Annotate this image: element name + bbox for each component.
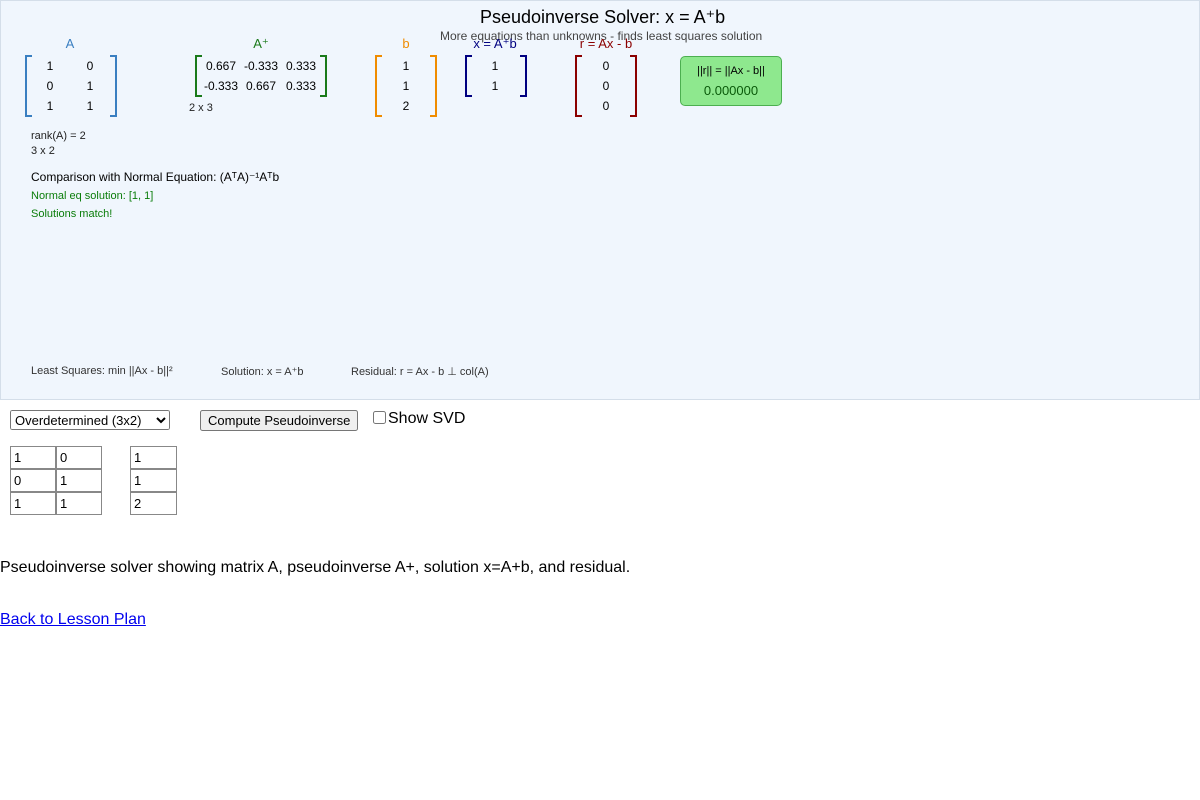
footer-residual: Residual: r = Ax - b ⊥ col(A): [351, 366, 489, 378]
input-b-cell[interactable]: [130, 492, 177, 515]
vector-x-left-bracket: [465, 55, 472, 97]
vector-b-left-bracket: [375, 55, 382, 117]
preset-select[interactable]: Overdetermined (3x2): [10, 410, 170, 430]
vector-r-left-bracket: [575, 55, 582, 117]
vector-b-label: b: [402, 36, 410, 51]
vector-r-cell: 0: [602, 99, 610, 113]
matrix-a-dims: 3 x 2: [31, 145, 55, 157]
page-title: Pseudoinverse Solver: x = A⁺b: [480, 7, 726, 27]
input-a-cell[interactable]: [56, 469, 102, 492]
solutions-match-text: Solutions match!: [31, 208, 113, 220]
matrix-aplus-cell: -0.333: [203, 79, 239, 93]
rank-text: rank(A) = 2: [31, 130, 86, 142]
input-b-cell[interactable]: [130, 446, 177, 469]
matrix-a-cell: 1: [86, 79, 94, 93]
matrix-a-cell: 1: [46, 59, 54, 73]
footer-solution: Solution: x = A⁺b: [221, 366, 304, 378]
show-svd-toggle[interactable]: Show SVD: [373, 410, 465, 428]
show-svd-label: Show SVD: [388, 410, 466, 427]
residual-norm-label: ||r|| = ||Ax - b||: [697, 65, 765, 77]
vector-b-cell: 2: [402, 99, 410, 113]
matrix-aplus-cell: -0.333: [243, 59, 279, 73]
vector-x-cell: 1: [491, 59, 499, 73]
vector-b-cell: 1: [402, 79, 410, 93]
matrix-a-label: A: [65, 36, 75, 51]
residual-norm-value: 0.000000: [703, 83, 759, 98]
matrix-aplus-cell: 0.333: [285, 59, 317, 73]
input-a-cell[interactable]: [10, 492, 56, 515]
vector-b-cell: 1: [402, 59, 410, 73]
visualization-canvas: Pseudoinverse Solver: x = A⁺b More equat…: [0, 0, 1200, 400]
matrix-a-cell: 1: [46, 99, 54, 113]
vector-r-label: r = Ax - b: [579, 36, 633, 51]
matrix-aplus-label: A⁺: [253, 36, 269, 51]
matrix-aplus-cell: 0.333: [285, 79, 317, 93]
footer-least-squares: Least Squares: min ||Ax - b||²: [31, 365, 173, 377]
vector-b-right-bracket: [430, 55, 437, 117]
normal-eq-solution: Normal eq solution: [1, 1]: [31, 190, 154, 202]
vector-x-label: x = A⁺b: [473, 36, 517, 51]
vector-r-cell: 0: [602, 59, 610, 73]
matrix-aplus-cell: 0.667: [245, 79, 277, 93]
matrix-a-right-bracket: [110, 55, 117, 117]
vector-r-right-bracket: [630, 55, 637, 117]
matrix-aplus-dims: 2 x 3: [189, 102, 213, 114]
vector-x-cell: 1: [491, 79, 499, 93]
residual-norm-box: ||r|| = ||Ax - b|| 0.000000: [680, 56, 782, 106]
back-to-lesson-plan-link[interactable]: Back to Lesson Plan: [0, 611, 146, 629]
vector-x-right-bracket: [520, 55, 527, 97]
matrix-a-cell: 0: [86, 59, 94, 73]
input-a-cell[interactable]: [56, 492, 102, 515]
description-text: Pseudoinverse solver showing matrix A, p…: [0, 559, 631, 576]
compute-pseudoinverse-button[interactable]: Compute Pseudoinverse: [200, 410, 359, 431]
vector-r-cell: 0: [602, 79, 610, 93]
input-a-cell[interactable]: [10, 446, 56, 469]
show-svd-checkbox[interactable]: [373, 411, 386, 424]
matrix-aplus-cell: 0.667: [205, 59, 237, 73]
matrix-a-cell: 0: [46, 79, 54, 93]
input-b-cell[interactable]: [130, 469, 177, 492]
input-a-cell[interactable]: [10, 469, 56, 492]
matrix-aplus-right-bracket: [320, 55, 327, 97]
normal-eq-title: Comparison with Normal Equation: (AᵀA)⁻¹…: [31, 170, 280, 184]
input-a-cell[interactable]: [56, 446, 102, 469]
matrix-a-cell: 1: [86, 99, 94, 113]
